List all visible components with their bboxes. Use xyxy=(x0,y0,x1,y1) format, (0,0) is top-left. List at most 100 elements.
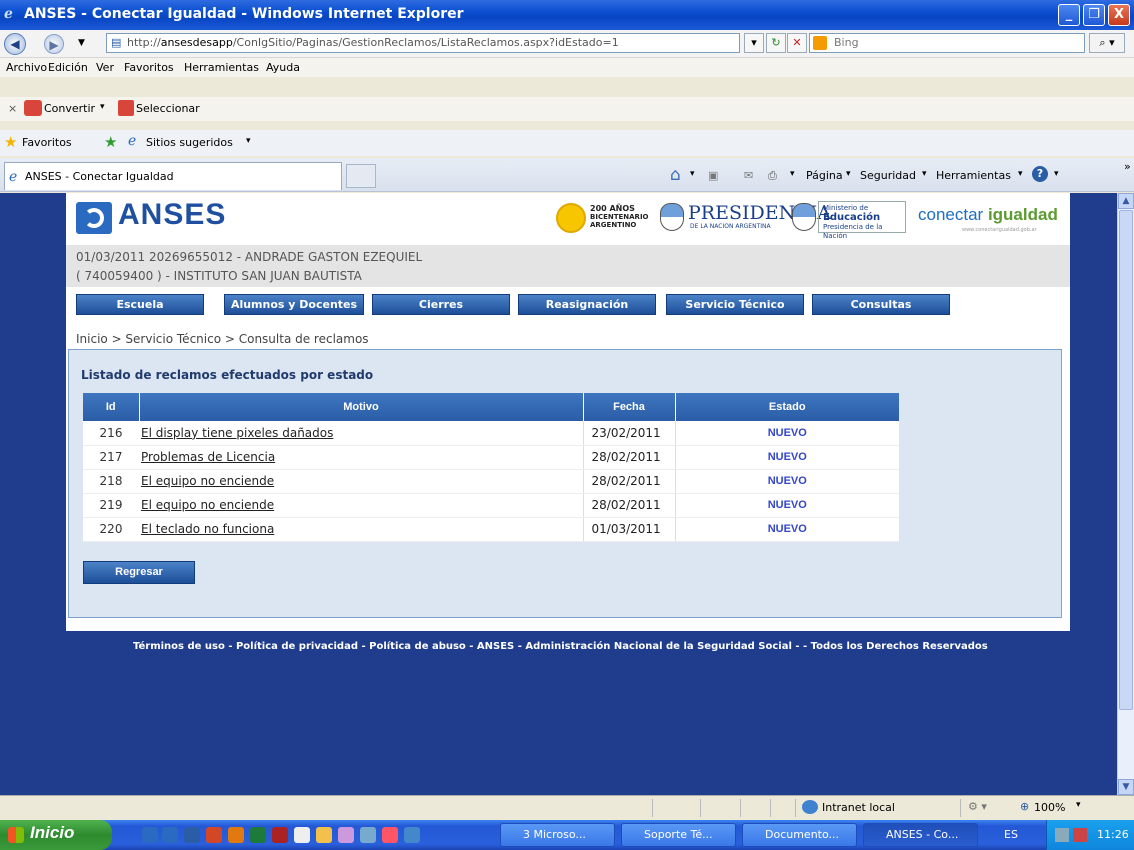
scroll-up-icon[interactable]: ▲ xyxy=(1118,193,1134,209)
ie-quicklaunch-icon[interactable] xyxy=(142,827,158,843)
app-icon[interactable] xyxy=(404,827,420,843)
herramientas-menu[interactable]: Herramientas xyxy=(936,169,1011,182)
conectar-igualdad-logo[interactable]: conectar igualdad xyxy=(918,205,1058,225)
tab-active[interactable]: ℯ ANSES - Conectar Igualdad xyxy=(4,162,342,190)
menu-herramientas[interactable]: Herramientas xyxy=(184,61,259,74)
motivo-link[interactable]: El equipo no enciende xyxy=(141,474,274,488)
protected-mode-icon[interactable]: ⚙ ▾ xyxy=(968,800,987,813)
feeds-icon[interactable]: ▣ xyxy=(708,169,718,182)
acrobat-icon[interactable] xyxy=(272,827,288,843)
motivo-link[interactable]: El display tiene pixeles dañados xyxy=(141,426,333,440)
favoritos-button[interactable]: Favoritos xyxy=(22,136,72,149)
anses-logo[interactable]: ANSES xyxy=(76,198,266,240)
convertir-dropdown-icon[interactable]: ▾ xyxy=(100,102,105,112)
add-favorite-icon[interactable]: ★ xyxy=(104,133,117,151)
zoom-level[interactable]: 100% xyxy=(1034,801,1065,814)
taskbar-item-outlook[interactable]: 3 Microso... xyxy=(500,823,615,847)
seguridad-dropdown-icon[interactable]: ▾ xyxy=(922,169,927,179)
clock[interactable]: 11:26 xyxy=(1097,828,1129,841)
mail-icon[interactable]: ✉ xyxy=(744,169,753,182)
cell-id: 219 xyxy=(83,493,139,518)
zoom-icon[interactable]: ⊕ xyxy=(1020,800,1029,813)
nav-escuela[interactable]: Escuela xyxy=(76,294,204,315)
app-icon[interactable] xyxy=(360,827,376,843)
table-row: 217 Problemas de Licencia 28/02/2011 NUE… xyxy=(83,445,899,470)
security-alert-icon[interactable] xyxy=(1073,828,1087,842)
start-button[interactable]: Inicio xyxy=(0,820,112,850)
chevron-more-icon[interactable]: » xyxy=(1124,160,1131,173)
help-icon[interactable]: ? xyxy=(1032,166,1048,182)
motivo-link[interactable]: Problemas de Licencia xyxy=(141,450,275,464)
pagina-dropdown-icon[interactable]: ▾ xyxy=(846,169,851,179)
taskbar-item-soporte[interactable]: Soporte Té... xyxy=(621,823,736,847)
menu-edicion[interactable]: Edición xyxy=(48,61,88,74)
home-icon[interactable]: ⌂ xyxy=(670,165,681,185)
help-dropdown-icon[interactable]: ▾ xyxy=(1054,169,1059,179)
column-header-motivo[interactable]: Motivo xyxy=(139,393,584,421)
sitios-dropdown-icon[interactable]: ▾ xyxy=(246,136,251,146)
menu-archivo[interactable]: Archivo xyxy=(6,61,47,74)
maximize-button[interactable]: ❐ xyxy=(1083,4,1105,26)
motivo-link[interactable]: El equipo no enciende xyxy=(141,498,274,512)
search-icon[interactable]: ⌕ ▾ xyxy=(1089,33,1125,53)
footer-links[interactable]: Términos de uso - Política de privacidad… xyxy=(133,641,988,652)
refresh-icon[interactable]: ↻ xyxy=(766,33,786,53)
column-header-fecha[interactable]: Fecha xyxy=(583,393,676,421)
close-button[interactable]: X xyxy=(1108,4,1130,26)
sitios-sugeridos-button[interactable]: Sitios sugeridos xyxy=(146,136,233,149)
menu-favoritos[interactable]: Favoritos xyxy=(124,61,174,74)
powerpoint-icon[interactable] xyxy=(206,827,222,843)
excel-icon[interactable] xyxy=(250,827,266,843)
page-viewport: ANSES 200 AÑOS BICENTENARIO ARGENTINO PR… xyxy=(0,193,1117,795)
nav-cierres[interactable]: Cierres xyxy=(372,294,510,315)
forward-button[interactable]: ▶ xyxy=(44,34,64,54)
nav-servicio-tecnico[interactable]: Servicio Técnico xyxy=(666,294,804,315)
nav-alumnos-docentes[interactable]: Alumnos y Docentes xyxy=(224,294,364,315)
scroll-thumb[interactable] xyxy=(1119,210,1133,710)
pagina-menu[interactable]: Página xyxy=(806,169,843,182)
seguridad-menu[interactable]: Seguridad xyxy=(860,169,916,182)
outlook-icon[interactable] xyxy=(228,827,244,843)
herramientas-dropdown-icon[interactable]: ▾ xyxy=(1018,169,1023,179)
history-dropdown-icon[interactable]: ▼ xyxy=(78,38,85,48)
menu-ver[interactable]: Ver xyxy=(96,61,114,74)
folder-icon[interactable] xyxy=(316,827,332,843)
user-info-band: 01/03/2011 20269655012 - ANDRADE GASTON … xyxy=(66,245,1070,287)
url-dropdown-icon[interactable]: ▾ xyxy=(744,33,764,53)
zoom-dropdown-icon[interactable]: ▾ xyxy=(1076,800,1081,810)
window-titlebar[interactable]: ℯ ANSES - Conectar Igualdad - Windows In… xyxy=(0,0,1134,30)
language-indicator[interactable]: ES xyxy=(1004,828,1018,841)
print-dropdown-icon[interactable]: ▾ xyxy=(790,169,795,179)
cell-fecha: 28/02/2011 xyxy=(582,469,676,494)
taskbar-item-documento[interactable]: Documento... xyxy=(742,823,857,847)
close-toolbar-icon[interactable]: × xyxy=(8,102,17,115)
home-dropdown-icon[interactable]: ▾ xyxy=(690,169,695,179)
scroll-down-icon[interactable]: ▼ xyxy=(1118,779,1134,795)
cell-estado: NUEVO xyxy=(675,517,899,542)
ie-quicklaunch-icon[interactable] xyxy=(162,827,178,843)
nav-reasignacion[interactable]: Reasignación xyxy=(518,294,656,315)
column-header-id[interactable]: Id xyxy=(83,393,140,421)
menu-ayuda[interactable]: Ayuda xyxy=(266,61,300,74)
taskbar-item-anses[interactable]: ANSES - Co... xyxy=(863,823,978,847)
new-tab-button[interactable] xyxy=(346,164,376,188)
url-input[interactable]: ▤ http://ansesdesapp/ConIgSitio/Paginas/… xyxy=(106,33,740,53)
network-icon[interactable] xyxy=(1055,828,1069,842)
vertical-scrollbar[interactable]: ▲ ▼ xyxy=(1117,193,1134,795)
convertir-button[interactable]: Convertir xyxy=(44,102,95,115)
motivo-link[interactable]: El teclado no funciona xyxy=(141,522,274,536)
word-icon[interactable] xyxy=(184,827,200,843)
search-input[interactable]: Bing xyxy=(809,33,1085,53)
stop-icon[interactable]: ✕ xyxy=(787,33,807,53)
regresar-button[interactable]: Regresar xyxy=(83,561,195,584)
back-button[interactable]: ◀ xyxy=(4,33,26,55)
seleccionar-button[interactable]: Seleccionar xyxy=(136,102,200,115)
notepad-icon[interactable] xyxy=(294,827,310,843)
column-header-estado[interactable]: Estado xyxy=(675,393,899,421)
app-icon[interactable] xyxy=(338,827,354,843)
nav-consultas[interactable]: Consultas xyxy=(812,294,950,315)
messenger-icon[interactable] xyxy=(382,827,398,843)
cell-fecha: 23/02/2011 xyxy=(582,421,676,446)
minimize-button[interactable]: _ xyxy=(1058,4,1080,26)
print-icon[interactable]: ⎙ xyxy=(768,169,777,183)
